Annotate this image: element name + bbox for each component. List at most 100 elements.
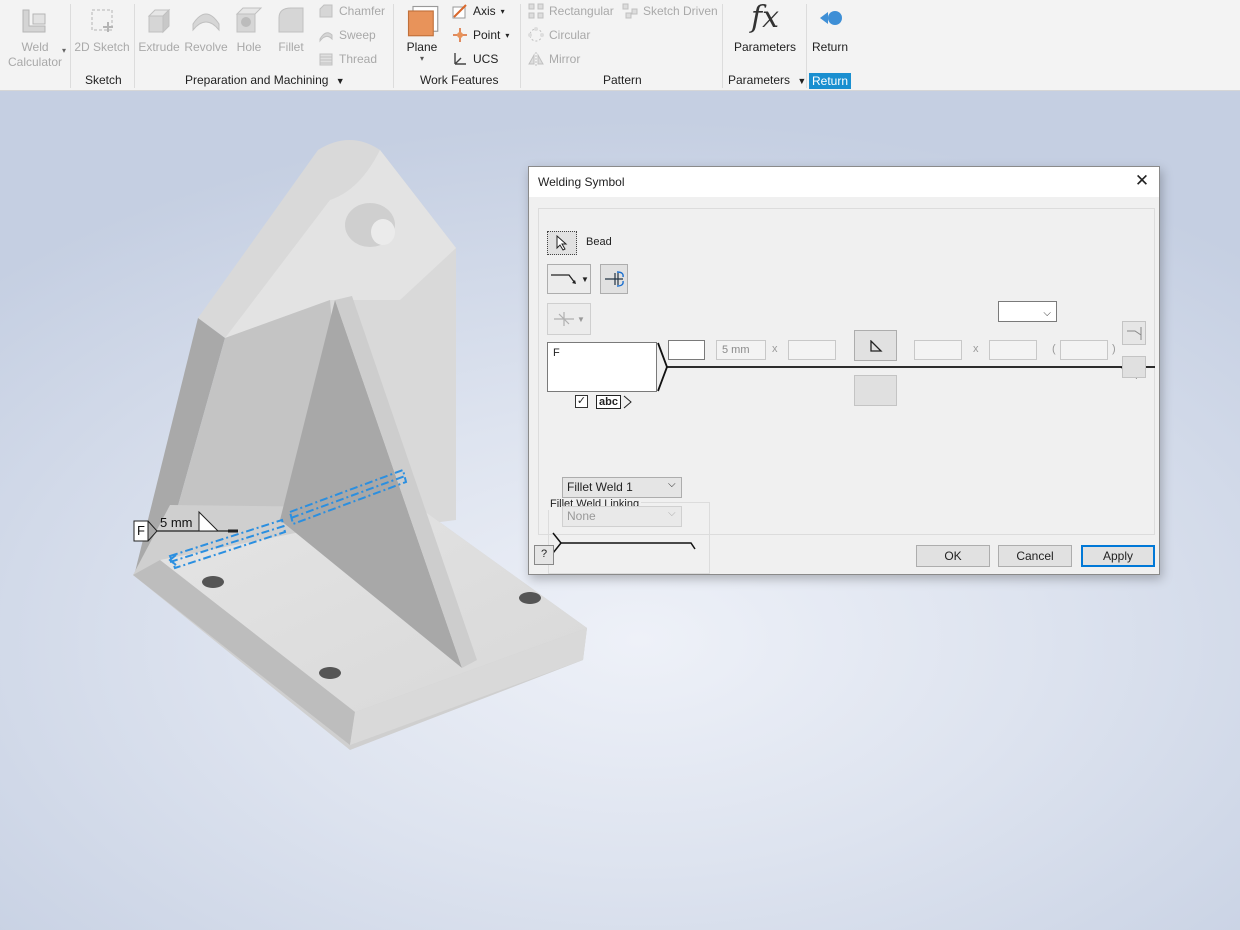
weld-calculator-button[interactable]: Weld Calculator <box>4 4 66 70</box>
parameters-panel-text: Parameters <box>728 73 791 87</box>
2d-sketch-label: 2D Sketch <box>74 40 130 54</box>
rectangular-pattern-icon <box>528 3 544 19</box>
swap-arrow-side-icon <box>605 271 624 287</box>
parameters-panel-label[interactable]: Parameters ▼ <box>728 73 806 87</box>
field-weld-flag-button[interactable] <box>1122 321 1146 345</box>
annotation-tail-note: F <box>137 523 145 538</box>
panel-dropdown-icon: ▼ <box>335 76 345 86</box>
panel-dropdown-icon: ▼ <box>797 76 807 86</box>
dialog-title: Welding Symbol <box>538 175 625 189</box>
return-panel-label: Return <box>809 73 852 89</box>
circular-pattern-button[interactable]: Circular <box>528 27 590 43</box>
return-button[interactable]: Return <box>809 4 851 54</box>
weld-calculator-icon <box>22 9 46 33</box>
dialog-body: Bead ▼ ▼ ⌵ F 5 mm x x () ✓ abc Fillet W… <box>538 208 1155 574</box>
times-symbol-2: x <box>973 343 979 355</box>
2d-sketch-button[interactable]: 2D Sketch <box>74 4 130 54</box>
thread-label: Thread <box>339 52 378 66</box>
stagger-field[interactable] <box>1060 340 1108 360</box>
rectangular-pattern-button[interactable]: Rectangular <box>528 3 614 19</box>
identification-line-dropdown[interactable]: ▼ <box>547 303 591 335</box>
ucs-button[interactable]: UCS <box>452 51 498 67</box>
annotation-weld-size: 5 mm <box>160 515 193 530</box>
ucs-label: UCS <box>473 52 499 66</box>
leader-arrow-icon <box>551 274 577 284</box>
axis-icon <box>452 4 467 19</box>
hole-button[interactable]: Hole <box>230 4 268 54</box>
fillet-weld-icon <box>869 339 883 352</box>
bead-select-button[interactable] <box>547 231 577 255</box>
weld-calculator-label-2: Calculator <box>7 55 63 69</box>
sketch-driven-button[interactable]: Sketch Driven <box>622 3 718 19</box>
point-label: Point <box>473 28 501 42</box>
prefix-field[interactable] <box>668 340 705 360</box>
separator <box>393 4 394 88</box>
chamfer-label: Chamfer <box>339 4 386 18</box>
second-linked-weld-select[interactable]: None <box>562 506 682 527</box>
cancel-button[interactable]: Cancel <box>998 545 1072 567</box>
tail-toggle-button[interactable] <box>1122 356 1146 378</box>
point-button[interactable]: Point ▾ <box>452 27 509 43</box>
point-dropdown-icon[interactable]: ▾ <box>505 31 509 40</box>
mirror-button[interactable]: Mirror <box>528 51 580 67</box>
sketch-panel-label: Sketch <box>85 73 122 87</box>
tail-arrow-icon <box>623 395 632 409</box>
apply-button[interactable]: Apply <box>1081 545 1155 567</box>
pitch-field[interactable] <box>914 340 962 360</box>
separator <box>520 4 521 88</box>
chevron-down-icon: ⌵ <box>1043 308 1051 319</box>
chamfer-button[interactable]: Chamfer <box>318 3 385 19</box>
weld-calculator-dropdown-icon[interactable]: ▾ <box>62 46 66 55</box>
extrude-button[interactable]: Extrude <box>137 4 181 54</box>
pattern-panel-label: Pattern <box>603 73 642 87</box>
fillet-weld-symbol-button[interactable] <box>854 330 897 361</box>
2d-sketch-icon <box>91 9 113 32</box>
show-tail-checkbox[interactable]: ✓ <box>575 395 588 408</box>
plane-button[interactable]: Plane ▾ <box>400 2 444 63</box>
tail-note-field[interactable]: F <box>547 342 657 392</box>
thread-button[interactable]: Thread <box>318 51 377 67</box>
sweep-button[interactable]: Sweep <box>318 27 376 43</box>
mirror-icon <box>528 52 544 66</box>
symbol-option-select[interactable]: ⌵ <box>998 301 1057 322</box>
other-side-symbol-button[interactable] <box>854 375 897 406</box>
weld-all-around-icon <box>554 312 575 326</box>
axis-button[interactable]: Axis ▾ <box>452 3 505 19</box>
linked-weld-select[interactable]: Fillet Weld 1 <box>562 477 682 498</box>
fillet-button[interactable]: Fillet <box>270 4 312 54</box>
fillet-icon <box>278 7 304 33</box>
cursor-arrow-icon <box>556 235 568 251</box>
ok-button[interactable]: OK <box>916 545 990 567</box>
swap-sides-button[interactable] <box>600 264 628 294</box>
dialog-titlebar[interactable]: Welding Symbol <box>529 167 1159 197</box>
axis-label: Axis <box>473 4 496 18</box>
axis-dropdown-icon[interactable]: ▾ <box>501 7 505 16</box>
chevron-down-icon: ⌵ <box>668 508 676 519</box>
close-icon[interactable]: ✕ <box>1133 172 1151 190</box>
parameters-button[interactable]: fx Parameters <box>730 0 800 54</box>
help-button[interactable]: ? <box>534 545 554 565</box>
sweep-icon <box>319 32 333 43</box>
return-icon <box>820 11 842 25</box>
ucs-icon <box>454 53 466 65</box>
linking-reference-icon <box>552 532 696 554</box>
preparation-panel-label[interactable]: Preparation and Machining ▼ <box>185 73 345 87</box>
thread-icon <box>319 53 333 66</box>
arrow-type-dropdown[interactable]: ▼ <box>547 264 591 294</box>
circular-pattern-icon <box>528 27 544 42</box>
count-field[interactable] <box>989 340 1037 360</box>
separator <box>134 4 135 88</box>
sketch-driven-icon <box>622 3 638 19</box>
revolve-button[interactable]: Revolve <box>183 4 229 54</box>
chevron-down-icon: ▼ <box>577 314 585 324</box>
sweep-label: Sweep <box>339 28 376 42</box>
extrude-label: Extrude <box>138 40 180 54</box>
model-viewport[interactable] <box>0 92 600 772</box>
extrude-icon <box>147 8 171 34</box>
weld-size-field[interactable]: 5 mm <box>716 340 766 360</box>
plane-dropdown-icon[interactable]: ▾ <box>420 54 424 63</box>
hole-label: Hole <box>236 40 262 54</box>
separator <box>722 4 723 88</box>
weld-length-field[interactable] <box>788 340 836 360</box>
hole-icon <box>235 7 263 33</box>
